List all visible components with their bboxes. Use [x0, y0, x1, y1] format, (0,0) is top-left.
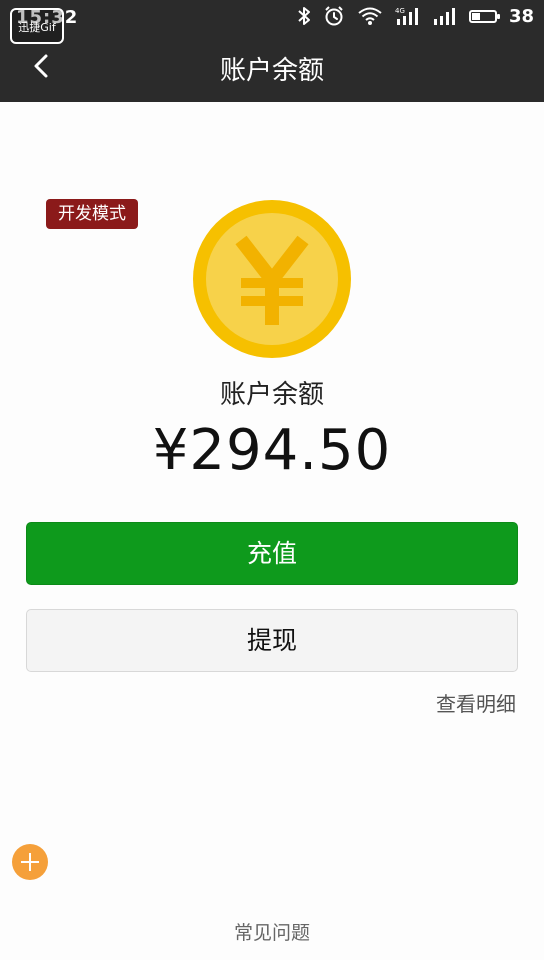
- withdraw-button[interactable]: 提现: [26, 609, 518, 672]
- faq-link[interactable]: 常见问题: [0, 918, 544, 945]
- status-bar: 15:32 迅捷Gif 4G 38: [0, 0, 544, 44]
- view-details-link[interactable]: 查看明细: [436, 688, 516, 717]
- alarm-icon: [325, 6, 343, 26]
- status-icons: 4G 38: [297, 5, 534, 27]
- top-bar: 15:32 迅捷Gif 4G 38 账户余额: [0, 0, 544, 102]
- floating-add-icon[interactable]: [12, 844, 48, 880]
- signal-icon: [433, 8, 455, 25]
- battery-fill: [471, 12, 480, 20]
- page-title: 账户余额: [219, 56, 324, 86]
- wifi-icon: [358, 7, 382, 25]
- navigation-bar: 账户余额: [0, 34, 544, 102]
- bluetooth-icon: [298, 7, 310, 25]
- balance-label: 账户余额: [219, 380, 324, 410]
- dev-mode-badge: 开发模式: [46, 199, 138, 229]
- battery-percent: 38: [508, 5, 534, 27]
- svg-text:4G: 4G: [395, 7, 405, 15]
- 4g-signal-icon: 4G: [395, 7, 418, 25]
- balance-amount: ¥294.50: [152, 418, 392, 483]
- recharge-button[interactable]: 充值: [26, 522, 518, 585]
- battery-icon: [468, 9, 500, 23]
- yuan-coin-icon: [193, 200, 351, 358]
